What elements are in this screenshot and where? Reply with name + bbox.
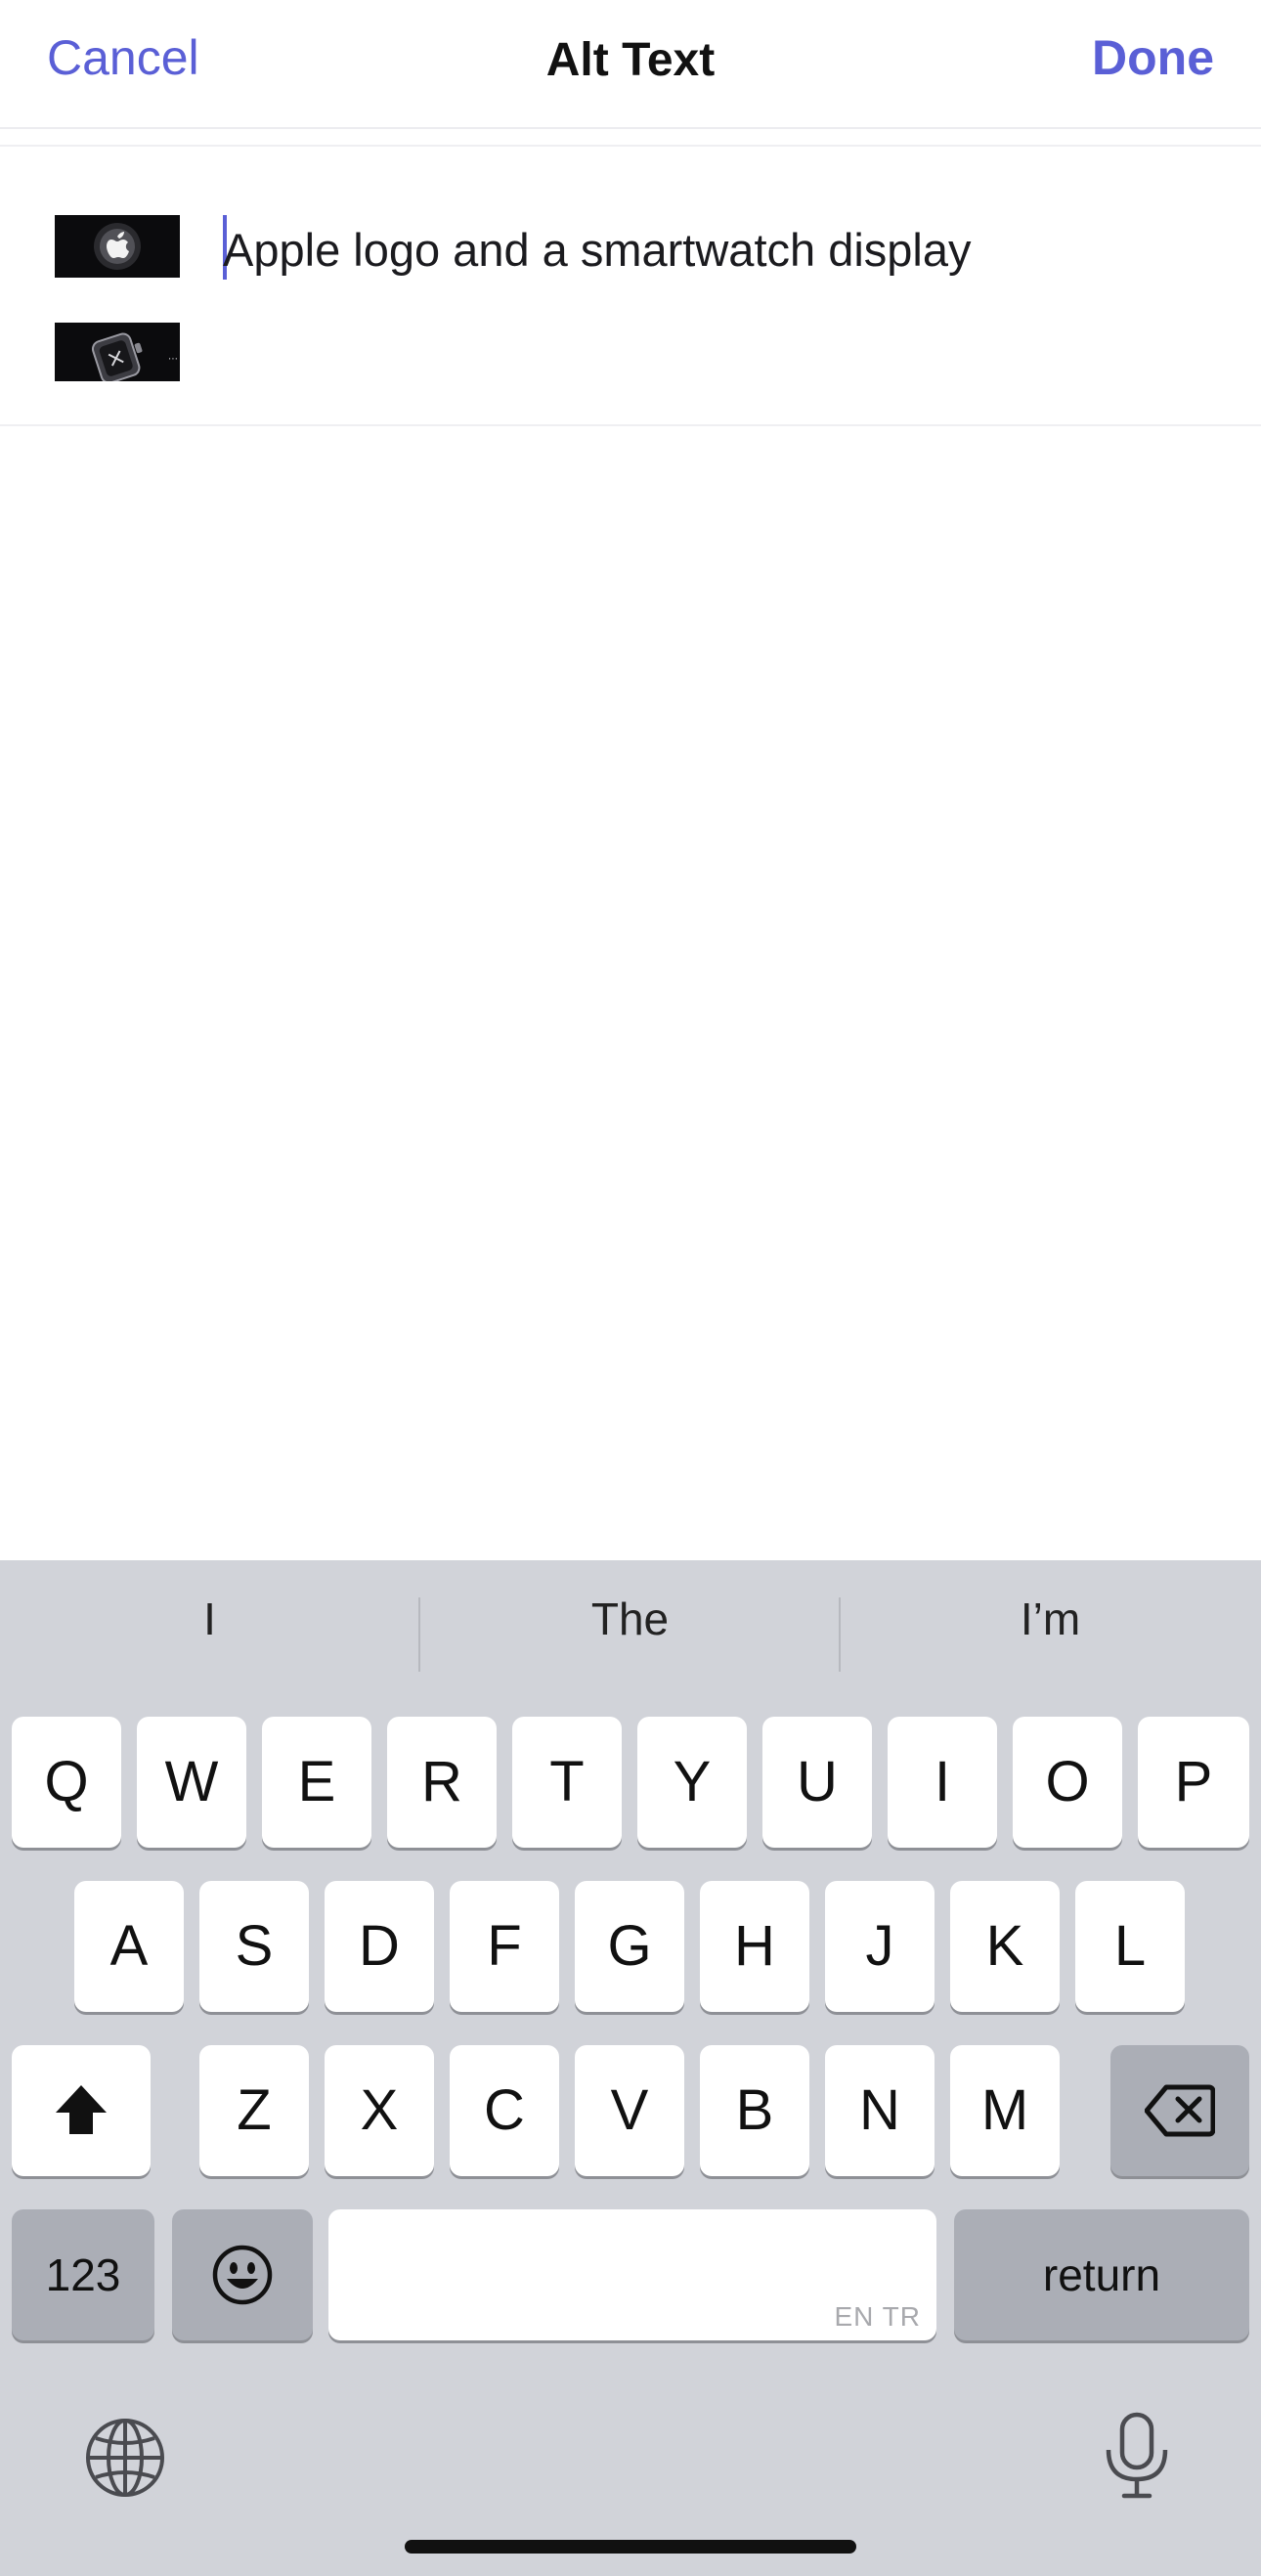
key-label: S bbox=[235, 1914, 274, 1978]
key-t[interactable]: T bbox=[512, 1717, 622, 1848]
smartwatch-image: ⋯ bbox=[55, 323, 180, 381]
key-w[interactable]: W bbox=[137, 1717, 246, 1848]
microphone-icon[interactable] bbox=[1103, 2411, 1171, 2501]
prediction-suggestion[interactable]: I bbox=[0, 1560, 419, 1678]
key-s[interactable]: S bbox=[199, 1881, 309, 2012]
key-n[interactable]: N bbox=[825, 2045, 935, 2176]
key-h[interactable]: H bbox=[700, 1881, 809, 2012]
numbers-key[interactable]: 123 bbox=[12, 2209, 154, 2340]
alt-text-field[interactable]: Apple logo and a smartwatch display bbox=[223, 211, 1220, 289]
key-a[interactable]: A bbox=[74, 1881, 184, 2012]
done-button[interactable]: Done bbox=[1092, 29, 1214, 86]
key-label: C bbox=[484, 2078, 525, 2142]
prediction-suggestion[interactable]: I’m bbox=[841, 1560, 1260, 1678]
key-label: U bbox=[797, 1750, 838, 1813]
key-b[interactable]: B bbox=[700, 2045, 809, 2176]
key-o[interactable]: O bbox=[1013, 1717, 1122, 1848]
key-label: G bbox=[607, 1914, 652, 1978]
key-i[interactable]: I bbox=[888, 1717, 997, 1848]
key-d[interactable]: D bbox=[325, 1881, 434, 2012]
return-key[interactable]: return bbox=[954, 2209, 1249, 2340]
image-thumbnail-apple-logo bbox=[55, 201, 180, 278]
key-label: D bbox=[359, 1914, 400, 1978]
key-label: T bbox=[549, 1750, 585, 1813]
globe-icon[interactable] bbox=[84, 2417, 166, 2499]
key-label: 123 bbox=[45, 2249, 121, 2300]
apple-logo-image bbox=[55, 215, 180, 278]
backspace-key[interactable] bbox=[1110, 2045, 1249, 2176]
key-label: Q bbox=[44, 1750, 89, 1813]
key-f[interactable]: F bbox=[450, 1881, 559, 2012]
svg-text:⋯: ⋯ bbox=[168, 354, 178, 365]
page-title: Alt Text bbox=[545, 34, 716, 86]
key-label: H bbox=[734, 1914, 775, 1978]
key-g[interactable]: G bbox=[575, 1881, 684, 2012]
key-e[interactable]: E bbox=[262, 1717, 371, 1848]
key-label: P bbox=[1174, 1750, 1213, 1813]
key-label: return bbox=[1042, 2249, 1161, 2300]
key-z[interactable]: Z bbox=[199, 2045, 309, 2176]
key-label: X bbox=[360, 2078, 399, 2142]
key-label: E bbox=[297, 1750, 336, 1813]
emoji-key[interactable] bbox=[172, 2209, 313, 2340]
key-q[interactable]: Q bbox=[12, 1717, 121, 1848]
key-label: B bbox=[735, 2078, 774, 2142]
key-label: F bbox=[487, 1914, 522, 1978]
predictive-text-bar: I The I’m bbox=[0, 1560, 1261, 1678]
key-j[interactable]: J bbox=[825, 1881, 935, 2012]
alt-text-editor: ⋯ Apple logo and a smartwatch display bbox=[0, 145, 1261, 426]
key-label: J bbox=[865, 1914, 894, 1978]
key-label: V bbox=[610, 2078, 649, 2142]
backspace-icon bbox=[1145, 2084, 1215, 2137]
key-u[interactable]: U bbox=[762, 1717, 872, 1848]
home-indicator[interactable] bbox=[405, 2540, 856, 2554]
key-label: Y bbox=[673, 1750, 712, 1813]
key-c[interactable]: C bbox=[450, 2045, 559, 2176]
key-label: N bbox=[859, 2078, 900, 2142]
key-v[interactable]: V bbox=[575, 2045, 684, 2176]
emoji-icon bbox=[212, 2245, 273, 2305]
keyboard-language-indicator: EN TR bbox=[834, 2301, 921, 2332]
key-label: K bbox=[985, 1914, 1024, 1978]
key-label: I bbox=[934, 1750, 951, 1813]
space-bar[interactable]: EN TR bbox=[328, 2209, 936, 2340]
key-label: L bbox=[1113, 1914, 1147, 1978]
key-label: O bbox=[1045, 1750, 1090, 1813]
key-label: Z bbox=[237, 2078, 272, 2142]
key-y[interactable]: Y bbox=[637, 1717, 747, 1848]
prediction-suggestion[interactable]: The bbox=[420, 1560, 840, 1678]
key-label: R bbox=[421, 1750, 462, 1813]
key-p[interactable]: P bbox=[1138, 1717, 1249, 1848]
key-l[interactable]: L bbox=[1075, 1881, 1185, 2012]
key-m[interactable]: M bbox=[950, 2045, 1060, 2176]
keyboard: I The I’m Q W E R T Y U I O P A S D F G … bbox=[0, 1560, 1261, 2576]
key-label: W bbox=[164, 1750, 219, 1813]
navigation-bar: Cancel Alt Text Done bbox=[0, 0, 1261, 129]
key-label: A bbox=[109, 1914, 149, 1978]
key-label: M bbox=[980, 2078, 1029, 2142]
key-x[interactable]: X bbox=[325, 2045, 434, 2176]
shift-icon bbox=[56, 2085, 107, 2134]
key-k[interactable]: K bbox=[950, 1881, 1060, 2012]
shift-key[interactable] bbox=[12, 2045, 151, 2176]
key-r[interactable]: R bbox=[387, 1717, 497, 1848]
image-thumbnail-smartwatch: ⋯ bbox=[55, 305, 180, 381]
